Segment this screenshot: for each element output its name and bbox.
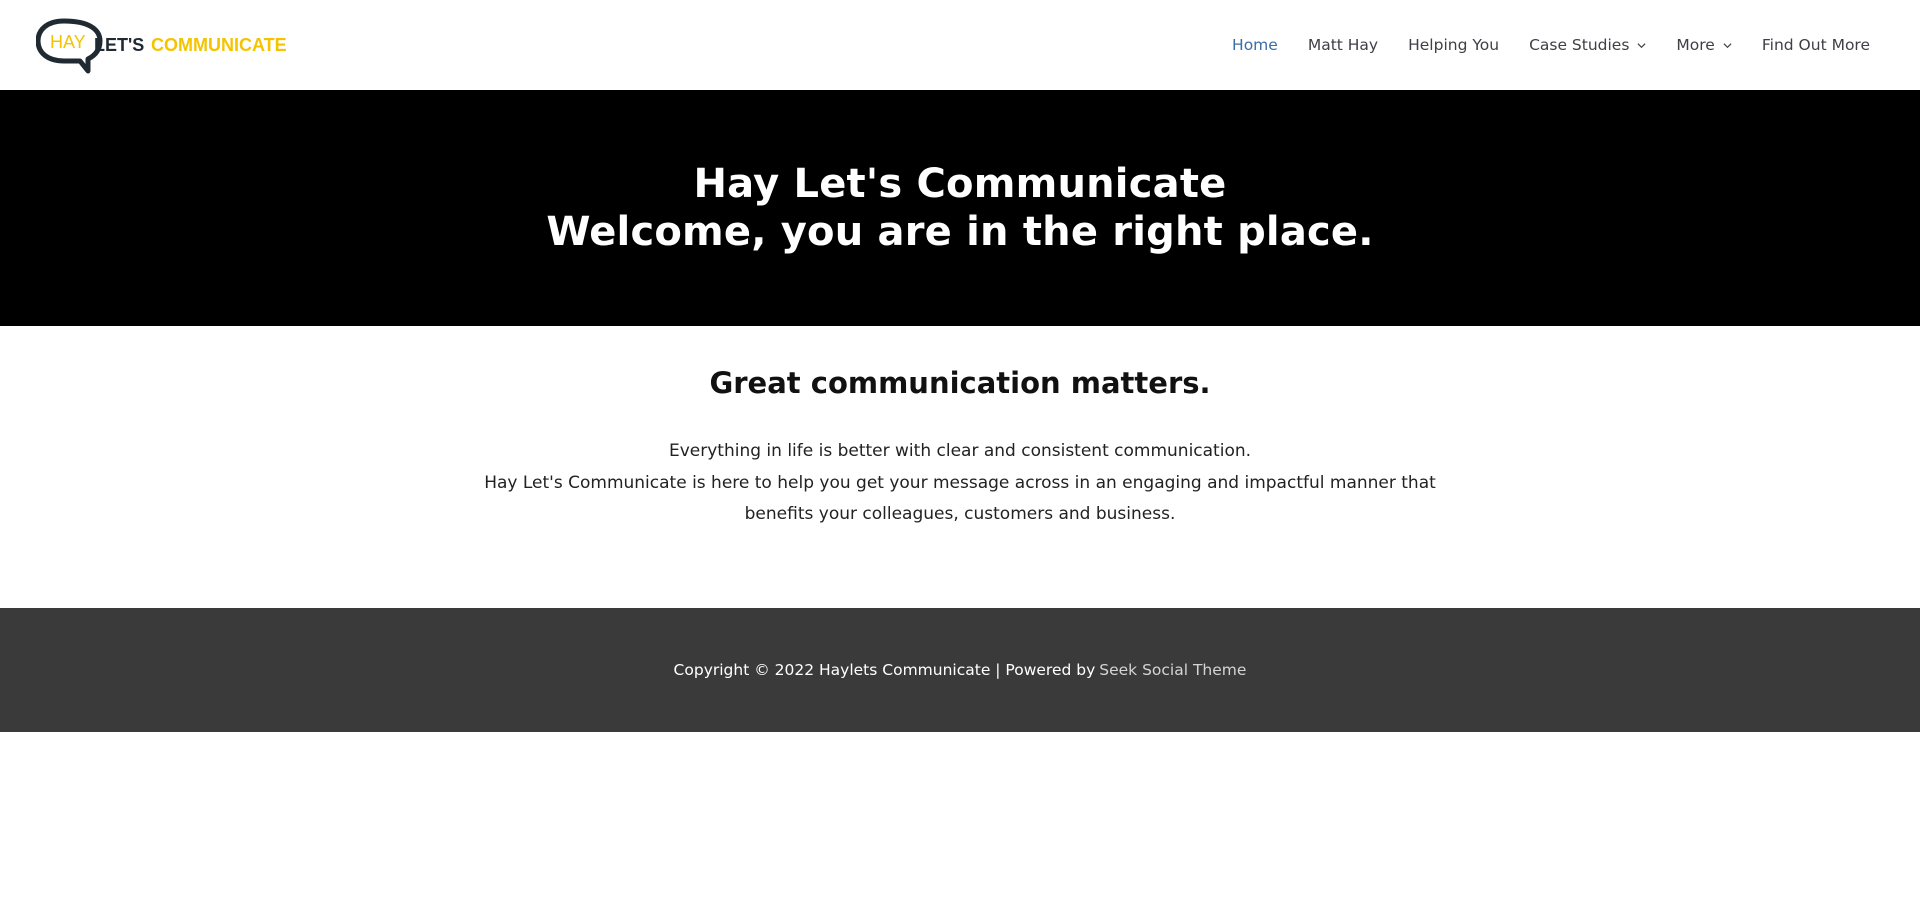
site-footer: Copyright © 2022 Haylets Communicate | P… xyxy=(0,608,1920,732)
chevron-down-icon xyxy=(1723,42,1732,48)
nav-item-label: Case Studies xyxy=(1529,36,1630,54)
theme-credit-link[interactable]: Seek Social Theme xyxy=(1099,661,1246,679)
main-nav: Home Matt Hay Helping You Case Studies M… xyxy=(1217,36,1870,54)
intro-line: benefits your colleagues, customers and … xyxy=(744,504,1176,524)
nav-item-more[interactable]: More xyxy=(1661,36,1746,54)
site-logo[interactable]: HAY LET'S COMMUNICATE xyxy=(36,15,288,75)
chevron-down-icon xyxy=(1637,42,1646,48)
intro-line: Everything in life is better with clear … xyxy=(668,441,1252,461)
nav-item-case-studies[interactable]: Case Studies xyxy=(1514,36,1661,54)
speech-bubble-logo-icon: HAY LET'S COMMUNICATE xyxy=(36,18,287,74)
nav-item-label: Find Out More xyxy=(1761,36,1870,54)
nav-item-matt-hay[interactable]: Matt Hay xyxy=(1293,36,1393,54)
nav-item-home[interactable]: Home xyxy=(1217,36,1293,54)
nav-item-label: More xyxy=(1676,36,1715,54)
nav-item-label: Home xyxy=(1232,36,1278,54)
hero-subtitle: Welcome, you are in the right place. xyxy=(546,209,1374,255)
svg-text:COMMUNICATE: COMMUNICATE xyxy=(151,35,287,55)
intro-line: Hay Let's Communicate is here to help yo… xyxy=(484,472,1436,493)
hero-banner: Hay Let's Communicate Welcome, you are i… xyxy=(0,90,1920,326)
copyright-text: Copyright © 2022 Haylets Communicate | P… xyxy=(673,661,1096,679)
site-header: HAY LET'S COMMUNICATE Home Matt Hay Help… xyxy=(0,0,1920,90)
hero-title: Hay Let's Communicate xyxy=(693,161,1227,207)
section-heading: Great communication matters. xyxy=(709,366,1211,400)
nav-item-label: Matt Hay xyxy=(1307,36,1379,54)
intro-section: Great communication matters. Everything … xyxy=(0,326,1920,608)
intro-paragraph: Everything in life is better with clear … xyxy=(480,436,1440,531)
svg-text:LET'S: LET'S xyxy=(94,35,144,55)
nav-item-helping-you[interactable]: Helping You xyxy=(1393,36,1514,54)
svg-text:HAY: HAY xyxy=(50,32,86,52)
nav-item-find-out-more[interactable]: Find Out More xyxy=(1747,36,1870,54)
nav-item-label: Helping You xyxy=(1408,36,1500,54)
